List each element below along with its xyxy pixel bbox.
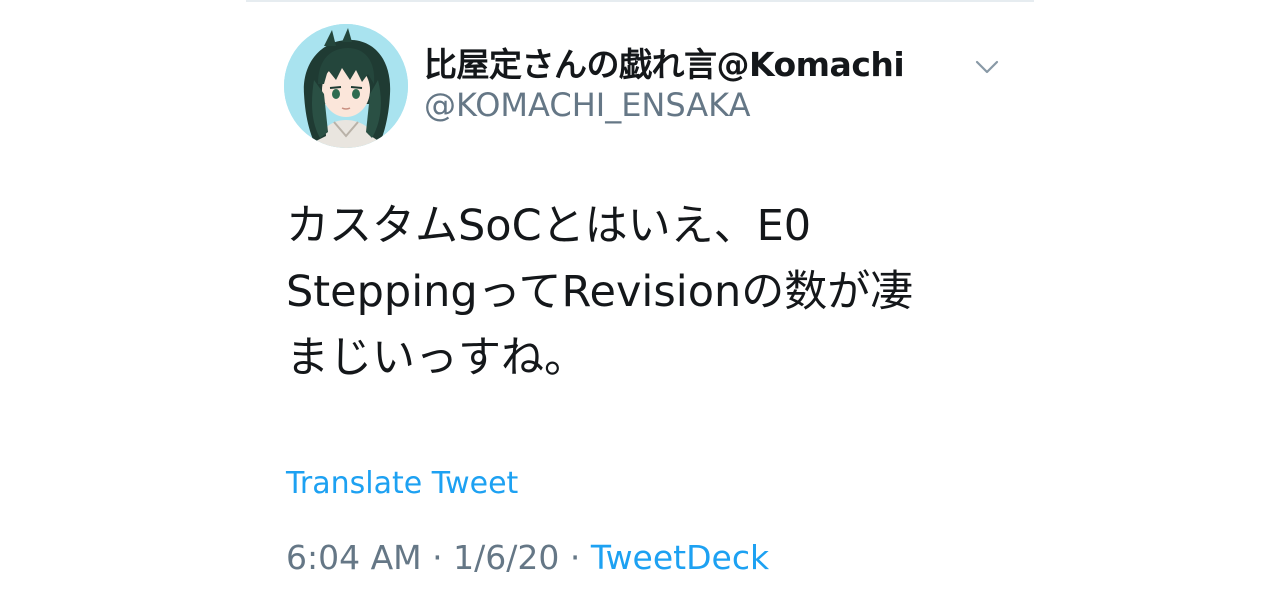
- divider: [246, 0, 1034, 2]
- chevron-down-icon[interactable]: [972, 52, 1002, 82]
- avatar-illustration: [284, 24, 408, 148]
- source-link[interactable]: TweetDeck: [591, 538, 769, 577]
- tweet-text-line: まじいっすね。: [286, 333, 587, 383]
- tweet-metadata: 6:04 AM · 1/6/20 · TweetDeck: [286, 538, 769, 577]
- tweet-date[interactable]: 1/6/20: [453, 538, 559, 577]
- user-handle[interactable]: @KOMACHI_ENSAKA: [424, 86, 750, 124]
- tweet-text-line: カスタムSoCとはいえ、E0: [286, 201, 812, 251]
- separator: ·: [569, 538, 581, 577]
- tweet-text-line: SteppingってRevisionの数が凄: [286, 267, 914, 317]
- tweet-text: カスタムSoCとはいえ、E0 SteppingってRevisionの数が凄 まじ…: [286, 193, 986, 391]
- separator: ·: [432, 538, 443, 577]
- avatar[interactable]: [284, 24, 408, 148]
- display-name[interactable]: 比屋定さんの戯れ言@Komachi: [424, 38, 905, 86]
- tweet-time[interactable]: 6:04 AM: [286, 538, 422, 577]
- translate-tweet-link[interactable]: Translate Tweet: [286, 466, 518, 501]
